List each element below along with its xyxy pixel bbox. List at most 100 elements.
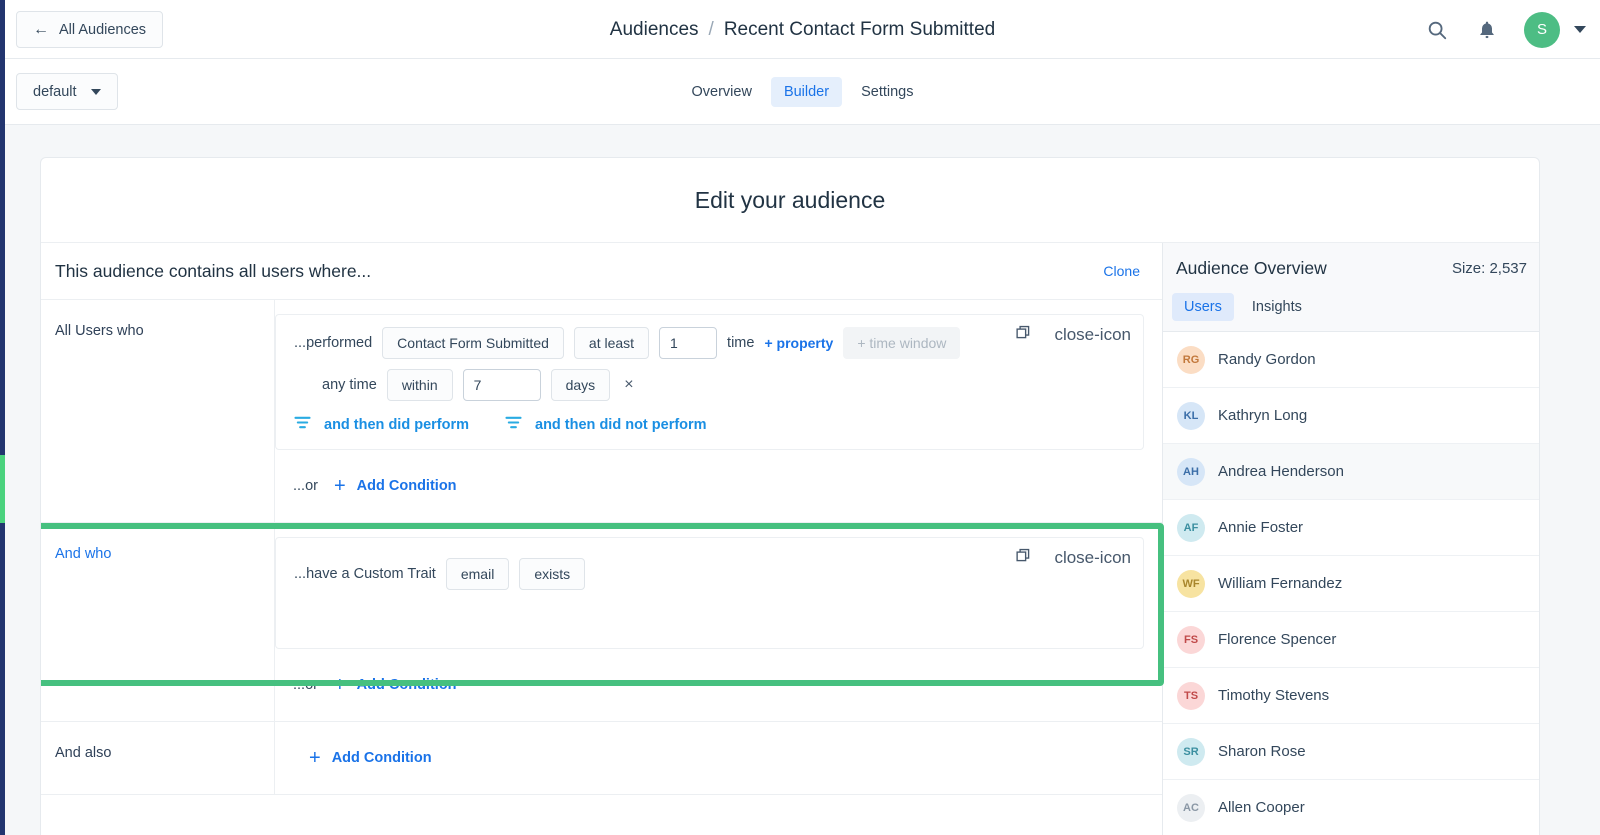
and-then-did-not-perform-button[interactable]: and then did not perform: [505, 415, 707, 435]
condition-prefix: ...have a Custom Trait: [294, 566, 436, 582]
add-condition-label: Add Condition: [332, 750, 432, 766]
duplicate-icon[interactable]: [1015, 547, 1032, 569]
add-condition-label: Add Condition: [357, 478, 457, 494]
add-condition-label: Add Condition: [357, 677, 457, 693]
condition-actions: close-icon: [1015, 547, 1131, 569]
user-list-item[interactable]: FSFlorence Spencer: [1163, 612, 1539, 668]
breadcrumb-parent[interactable]: Audiences: [610, 19, 699, 41]
filter-icon: [505, 415, 522, 435]
sub-bar: default Overview Builder Settings: [5, 59, 1600, 125]
page-title: Edit your audience: [41, 158, 1539, 243]
back-button-label: All Audiences: [59, 22, 146, 38]
filter-icon: [294, 415, 311, 435]
tab-insights[interactable]: Insights: [1240, 293, 1314, 321]
top-bar-actions: S: [1424, 0, 1586, 59]
avatar: AF: [1177, 514, 1205, 542]
user-list-item[interactable]: WF William Fernandez: [1163, 556, 1539, 612]
tab-settings[interactable]: Settings: [848, 77, 926, 107]
add-condition-button[interactable]: + Add Condition: [309, 748, 432, 768]
users-list[interactable]: RGRandy Gordon KL Kathryn Long AH Andrea Hen…: [1163, 332, 1539, 835]
group-label-all-users: All Users who: [41, 300, 274, 522]
search-icon[interactable]: [1424, 17, 1450, 43]
trait-name-select[interactable]: email: [446, 558, 509, 590]
chevron-down-icon[interactable]: [1574, 26, 1586, 33]
remove-time-window-icon[interactable]: ×: [620, 376, 637, 394]
close-icon[interactable]: close-icon: [1054, 325, 1131, 345]
avatar: TS: [1177, 682, 1205, 710]
user-list-item[interactable]: AF Annie Foster: [1163, 500, 1539, 556]
user-list-item[interactable]: ACAllen Cooper: [1163, 780, 1539, 835]
user-name: Sharon Rose: [1218, 743, 1306, 760]
overview-tabs: Users Insights: [1163, 293, 1539, 332]
time-window-prefix: any time: [322, 377, 377, 393]
audience-size-label: Size: 2,537: [1452, 260, 1527, 277]
group-label-and-who[interactable]: And who: [41, 523, 274, 721]
or-label: ...or: [293, 478, 318, 494]
breadcrumb-current: Recent Contact Form Submitted: [724, 19, 995, 41]
user-avatar[interactable]: S: [1524, 12, 1560, 48]
tab-builder[interactable]: Builder: [771, 77, 842, 107]
comparison-operator-select[interactable]: at least: [574, 327, 649, 359]
and-then-did-not-perform-label: and then did not perform: [535, 417, 707, 433]
trait-operator-select[interactable]: exists: [519, 558, 585, 590]
user-name: Randy Gordon: [1218, 351, 1316, 368]
avatar: FS: [1177, 626, 1205, 654]
condition-group-all-users: All Users who close-icon: [41, 300, 1162, 523]
left-nav-rail: [0, 0, 5, 835]
clone-link[interactable]: Clone: [1103, 263, 1140, 279]
user-name: William Fernandez: [1218, 575, 1342, 592]
user-name: Andrea Henderson: [1218, 463, 1344, 480]
event-name-select[interactable]: Contact Form Submitted: [382, 327, 564, 359]
all-audiences-back-button[interactable]: ← All Audiences: [16, 11, 163, 48]
condition-line-primary: ...performed Contact Form Submitted at l…: [276, 327, 1143, 359]
close-icon[interactable]: close-icon: [1054, 548, 1131, 568]
add-condition-button[interactable]: + Add Condition: [334, 675, 457, 695]
occurrence-count-input[interactable]: [659, 327, 717, 359]
audience-overview-panel: Audience Overview Size: 2,537 Users Insi…: [1162, 243, 1539, 835]
condition-group-and-who: And who close-icon: [41, 523, 1162, 722]
overview-header: Audience Overview Size: 2,537: [1163, 243, 1539, 293]
condition-line-time-window: any time within days ×: [276, 369, 1143, 401]
avatar-initial: S: [1537, 21, 1547, 38]
plus-icon: +: [309, 748, 321, 768]
user-name: Kathryn Long: [1218, 407, 1307, 424]
audience-edit-card: Edit your audience This audience contain…: [40, 157, 1540, 835]
top-bar: ← All Audiences Audiences / Recent Conta…: [5, 0, 1600, 59]
and-then-did-perform-button[interactable]: and then did perform: [294, 415, 469, 435]
time-window-unit-select[interactable]: days: [551, 369, 611, 401]
condition-row-performed: close-icon ...performed Contact Form Sub…: [275, 314, 1144, 450]
bell-icon[interactable]: [1474, 17, 1500, 43]
user-list-item[interactable]: SRSharon Rose: [1163, 724, 1539, 780]
add-condition-button[interactable]: + Add Condition: [334, 476, 457, 496]
avatar: KL: [1177, 402, 1205, 430]
user-name: Annie Foster: [1218, 519, 1303, 536]
avatar: WF: [1177, 570, 1205, 598]
and-then-did-perform-label: and then did perform: [324, 417, 469, 433]
user-list-item[interactable]: RGRandy Gordon: [1163, 332, 1539, 388]
condition-group-and-also: And also + Add Condition: [41, 722, 1162, 795]
add-condition-row: + Add Condition: [275, 722, 1162, 794]
occurrence-unit-label: time: [727, 335, 754, 351]
time-window-value-input[interactable]: [463, 369, 541, 401]
breadcrumb-separator: /: [709, 19, 714, 41]
user-list-item[interactable]: AH Andrea Henderson: [1163, 444, 1539, 500]
user-list-item[interactable]: KL Kathryn Long: [1163, 388, 1539, 444]
condition-prefix: ...performed: [294, 335, 372, 351]
avatar: AH: [1177, 458, 1205, 486]
user-name: Allen Cooper: [1218, 799, 1305, 816]
user-list-item[interactable]: TSTimothy Stevens: [1163, 668, 1539, 724]
condition-row-custom-trait: close-icon ...have a Custom Trait email …: [275, 537, 1144, 649]
condition-actions: close-icon: [1015, 324, 1131, 346]
group-conditions-and-also: + Add Condition: [274, 722, 1162, 794]
duplicate-icon[interactable]: [1015, 324, 1032, 346]
time-window-operator-select[interactable]: within: [387, 369, 453, 401]
arrow-left-icon: ←: [33, 22, 49, 38]
add-time-window-button[interactable]: + time window: [843, 327, 960, 359]
or-add-condition-row: ...or + Add Condition: [275, 450, 1162, 522]
page-tabs: Overview Builder Settings: [5, 59, 1600, 125]
add-property-link[interactable]: + property: [764, 335, 833, 351]
builder-header-text: This audience contains all users where..…: [55, 261, 371, 282]
tab-overview[interactable]: Overview: [679, 77, 765, 107]
overview-title: Audience Overview: [1176, 258, 1327, 279]
tab-users[interactable]: Users: [1172, 293, 1234, 321]
